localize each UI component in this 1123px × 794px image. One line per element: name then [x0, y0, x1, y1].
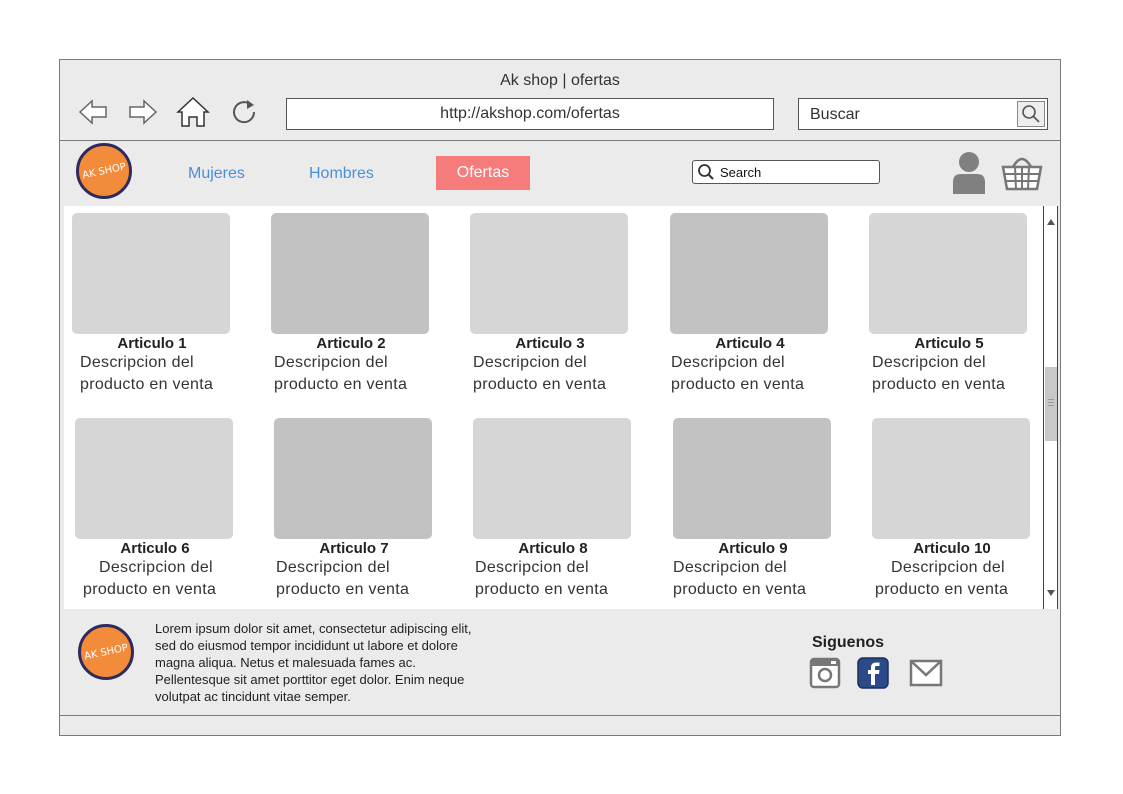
- product-desc-line1: Descripcion del: [99, 559, 213, 576]
- product-card[interactable]: Articulo 10 Descripcion del producto en …: [872, 418, 1032, 601]
- product-desc-line1: Descripcion del: [274, 354, 388, 371]
- product-name[interactable]: Articulo 3: [470, 335, 630, 352]
- product-card[interactable]: Articulo 8 Descripcion del producto en v…: [473, 418, 633, 601]
- product-desc-line2: producto en venta: [875, 581, 1009, 598]
- product-card[interactable]: Articulo 3 Descripcion del producto en v…: [470, 213, 630, 396]
- home-button[interactable]: [175, 94, 211, 130]
- browser-search-button[interactable]: [1017, 101, 1045, 127]
- product-desc-line1: Descripcion del: [475, 559, 589, 576]
- product-name[interactable]: Articulo 5: [869, 335, 1029, 352]
- scroll-up-icon[interactable]: [1046, 218, 1056, 226]
- nav-link-hombres[interactable]: Hombres: [309, 165, 374, 183]
- site-logo[interactable]: AK SHOP: [76, 143, 132, 199]
- product-image[interactable]: [271, 213, 429, 334]
- product-desc-line1: Descripcion del: [872, 354, 986, 371]
- reload-icon: [233, 100, 256, 124]
- reload-button[interactable]: [226, 94, 262, 130]
- product-desc-line2: producto en venta: [276, 581, 410, 598]
- product-image[interactable]: [872, 418, 1030, 539]
- product-desc-line1: Descripcion del: [891, 559, 1005, 576]
- product-card[interactable]: Articulo 9 Descripcion del producto en v…: [673, 418, 833, 601]
- product-name[interactable]: Articulo 7: [274, 540, 434, 557]
- product-desc-line1: Descripcion del: [671, 354, 785, 371]
- browser-search-field[interactable]: Buscar: [798, 98, 1048, 130]
- product-desc-line2: producto en venta: [83, 581, 217, 598]
- product-desc-line1: Descripcion del: [673, 559, 787, 576]
- mail-icon[interactable]: [909, 657, 943, 689]
- product-desc-line2: producto en venta: [274, 376, 408, 393]
- scrollbar-thumb[interactable]: [1045, 367, 1057, 441]
- back-arrow-icon: [78, 99, 107, 125]
- nav-link-ofertas[interactable]: Ofertas: [436, 156, 530, 190]
- product-image[interactable]: [470, 213, 628, 334]
- product-card[interactable]: Articulo 2 Descripcion del producto en v…: [271, 213, 431, 396]
- product-image[interactable]: [869, 213, 1027, 334]
- product-image[interactable]: [473, 418, 631, 539]
- instagram-icon[interactable]: [809, 657, 841, 689]
- follow-label: Siguenos: [812, 634, 885, 651]
- browser-window: Ak shop | ofertas http://akshop.com/ofer…: [59, 59, 1061, 736]
- footer-description: Lorem ipsum dolor sit amet, consectetur …: [155, 620, 525, 705]
- basket-icon[interactable]: [1001, 153, 1043, 191]
- window-title: Ak shop | ofertas: [500, 72, 620, 89]
- browser-search-label: Buscar: [810, 106, 860, 123]
- url-bar[interactable]: http://akshop.com/ofertas: [286, 98, 774, 130]
- product-image[interactable]: [673, 418, 831, 539]
- site-search-input[interactable]: Search: [692, 160, 880, 184]
- product-card[interactable]: Articulo 1 Descripcion del producto en v…: [72, 213, 232, 396]
- product-desc-line2: producto en venta: [475, 581, 609, 598]
- product-name[interactable]: Articulo 4: [670, 335, 830, 352]
- forward-arrow-icon: [129, 99, 158, 125]
- product-card[interactable]: Articulo 5 Descripcion del producto en v…: [869, 213, 1029, 396]
- product-image[interactable]: [670, 213, 828, 334]
- back-button[interactable]: [75, 94, 111, 130]
- forward-button[interactable]: [125, 94, 161, 130]
- footer-text-line: volutpat ac tincidunt vitae semper.: [155, 689, 351, 704]
- footer-text-line: magna aliqua. Netus et malesuada fames a…: [155, 655, 416, 670]
- product-card[interactable]: Articulo 7 Descripcion del producto en v…: [274, 418, 434, 601]
- product-name[interactable]: Articulo 1: [72, 335, 232, 352]
- product-image[interactable]: [274, 418, 432, 539]
- product-desc-line1: Descripcion del: [473, 354, 587, 371]
- facebook-icon[interactable]: [857, 657, 889, 689]
- logo-text: AK SHOP: [81, 161, 127, 181]
- home-icon: [176, 96, 210, 127]
- scroll-down-icon[interactable]: [1046, 589, 1056, 597]
- product-name[interactable]: Articulo 2: [271, 335, 431, 352]
- product-desc-line2: producto en venta: [473, 376, 607, 393]
- product-desc-line2: producto en venta: [80, 376, 214, 393]
- product-desc-line2: producto en venta: [671, 376, 805, 393]
- product-grid: Articulo 1 Descripcion del producto en v…: [64, 206, 1043, 609]
- toolbar-divider: [60, 140, 1060, 141]
- site-search-placeholder: Search: [720, 165, 762, 180]
- product-desc-line1: Descripcion del: [276, 559, 390, 576]
- product-name[interactable]: Articulo 8: [473, 540, 633, 557]
- product-card[interactable]: Articulo 4 Descripcion del producto en v…: [670, 213, 830, 396]
- search-icon: [1022, 105, 1040, 123]
- footer-text-line: sed do eiusmod tempor incididunt ut labo…: [155, 638, 458, 653]
- product-card[interactable]: Articulo 6 Descripcion del producto en v…: [75, 418, 235, 601]
- site-footer: AK SHOP Lorem ipsum dolor sit amet, cons…: [64, 613, 1058, 715]
- nav-link-mujeres[interactable]: Mujeres: [188, 165, 245, 183]
- product-desc-line2: producto en venta: [673, 581, 807, 598]
- product-desc-line1: Descripcion del: [80, 354, 194, 371]
- footer-text-line: Lorem ipsum dolor sit amet, consectetur …: [155, 621, 472, 636]
- footer-logo-text: AK SHOP: [83, 642, 129, 662]
- product-image[interactable]: [72, 213, 230, 334]
- product-desc-line2: producto en venta: [872, 376, 1006, 393]
- product-name[interactable]: Articulo 9: [673, 540, 833, 557]
- product-image[interactable]: [75, 418, 233, 539]
- footer-text-line: Pellentesque sit amet porttitor eget dol…: [155, 672, 465, 687]
- vertical-scrollbar[interactable]: [1043, 206, 1058, 609]
- footer-logo[interactable]: AK SHOP: [78, 624, 134, 680]
- product-name[interactable]: Articulo 6: [75, 540, 235, 557]
- product-name[interactable]: Articulo 10: [872, 540, 1032, 557]
- status-bar-divider: [60, 715, 1060, 716]
- user-icon[interactable]: [951, 150, 987, 194]
- search-icon: [698, 164, 714, 180]
